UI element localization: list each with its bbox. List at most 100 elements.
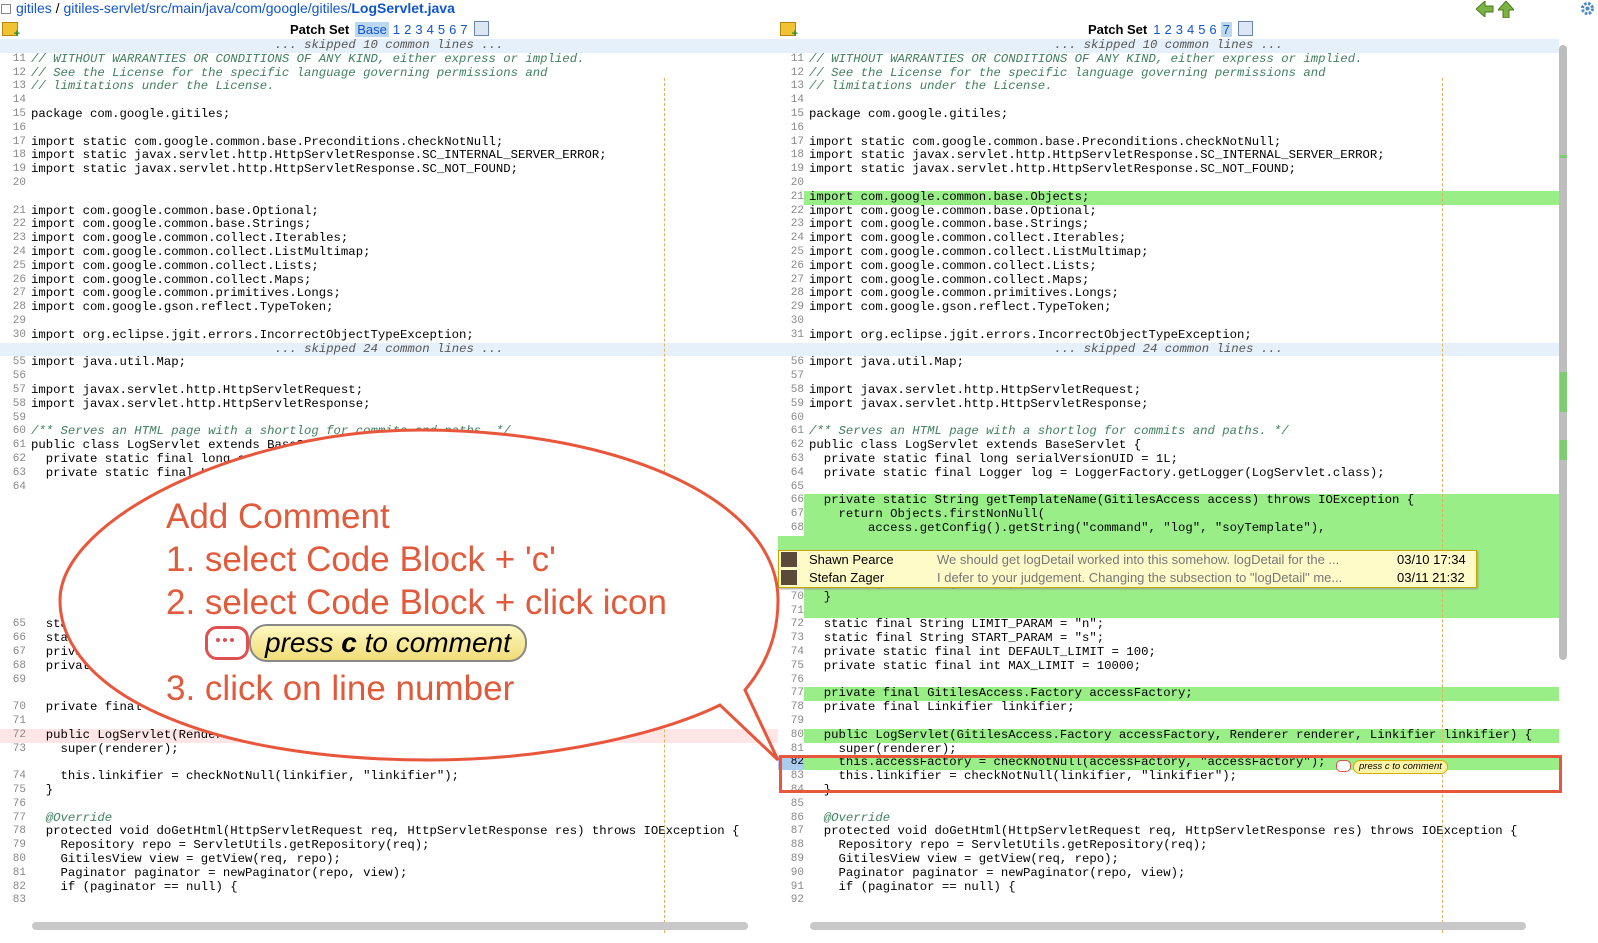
patch-set-link[interactable]: 1 <box>1153 22 1160 37</box>
horizontal-scrollbar[interactable] <box>810 922 1526 930</box>
line-number[interactable]: 11 <box>778 53 804 67</box>
line-number[interactable]: 87 <box>778 825 804 839</box>
line-number[interactable]: 64 <box>0 481 26 495</box>
comment-icon[interactable] <box>1336 760 1351 772</box>
line-number[interactable]: 58 <box>0 398 26 412</box>
line-number[interactable]: 79 <box>778 715 804 729</box>
line-number[interactable]: 77 <box>778 687 804 702</box>
skipped-lines-text[interactable]: ... skipped 10 common lines ... <box>778 38 1559 53</box>
line-number[interactable]: 15 <box>0 108 26 122</box>
skipped-lines-text[interactable]: ... skipped 24 common lines ... <box>0 342 778 357</box>
line-number[interactable]: 76 <box>0 798 26 812</box>
line-number[interactable]: 30 <box>778 315 804 329</box>
line-number[interactable]: 57 <box>778 370 804 384</box>
line-number[interactable]: 62 <box>778 439 804 453</box>
line-number[interactable]: 78 <box>0 825 26 839</box>
line-number[interactable]: 65 <box>0 618 26 632</box>
patch-set-link[interactable]: 6 <box>1209 22 1216 37</box>
patch-set-link[interactable]: 4 <box>427 22 434 37</box>
line-number[interactable]: 72 <box>778 618 804 632</box>
line-number[interactable]: 67 <box>0 646 26 660</box>
patch-set-link[interactable]: 3 <box>415 22 422 37</box>
line-number[interactable]: 57 <box>0 384 26 398</box>
line-number[interactable]: 64 <box>778 467 804 481</box>
line-number[interactable]: 65 <box>778 481 804 495</box>
line-number[interactable]: 79 <box>0 839 26 853</box>
line-number[interactable]: 80 <box>778 728 804 743</box>
add-file-icon[interactable] <box>2 22 20 40</box>
press-c-hint[interactable]: press c to comment <box>1353 760 1448 774</box>
line-number[interactable]: 18 <box>778 149 804 163</box>
line-number[interactable]: 71 <box>0 715 26 729</box>
line-number[interactable]: 58 <box>778 384 804 398</box>
line-number[interactable]: 70 <box>0 701 26 715</box>
line-number[interactable]: 55 <box>0 356 26 370</box>
line-number[interactable]: 62 <box>0 453 26 467</box>
line-number[interactable]: 72 <box>0 729 26 743</box>
line-number[interactable]: 14 <box>778 94 804 108</box>
line-number[interactable]: 61 <box>0 439 26 453</box>
line-number[interactable]: 66 <box>778 494 804 509</box>
back-arrow-icon[interactable] <box>1476 1 1494 17</box>
line-number[interactable]: 17 <box>0 136 26 150</box>
line-number[interactable]: 88 <box>778 839 804 853</box>
horizontal-scrollbar[interactable] <box>32 922 748 930</box>
line-number[interactable]: 89 <box>778 853 804 867</box>
line-number[interactable]: 60 <box>778 412 804 426</box>
comment-row[interactable]: Stefan Zager I defer to your judgement. C… <box>779 569 1476 587</box>
line-number[interactable]: 17 <box>778 136 804 150</box>
line-number[interactable]: 29 <box>778 301 804 315</box>
line-number[interactable]: 15 <box>778 108 804 122</box>
line-number[interactable]: 63 <box>0 467 26 481</box>
line-number[interactable]: 86 <box>778 812 804 826</box>
line-number[interactable]: 19 <box>0 163 26 177</box>
line-number[interactable]: 73 <box>778 632 804 646</box>
line-number[interactable]: 85 <box>778 798 804 812</box>
patch-set-link[interactable]: 5 <box>1198 22 1205 37</box>
line-number[interactable]: 66 <box>0 632 26 646</box>
line-number[interactable]: 22 <box>0 218 26 232</box>
line-number[interactable]: 26 <box>0 274 26 288</box>
gear-icon[interactable] <box>1580 1 1595 16</box>
line-number[interactable]: 28 <box>0 301 26 315</box>
comment-box[interactable]: Shawn Pearce We should get logDetail work… <box>778 550 1477 588</box>
line-number[interactable]: 20 <box>778 177 804 191</box>
line-number[interactable]: 78 <box>778 701 804 715</box>
line-number[interactable]: 73 <box>0 743 26 757</box>
line-number[interactable]: 68 <box>0 660 26 674</box>
line-number[interactable]: 63 <box>778 453 804 467</box>
line-number[interactable]: 23 <box>778 218 804 232</box>
breadcrumb-dir[interactable]: gitiles-servlet/src/main/java/com/google… <box>63 0 351 16</box>
patch-set-link[interactable]: 7 <box>1220 22 1232 37</box>
checkbox[interactable] <box>1 4 11 14</box>
line-number[interactable]: 13 <box>778 80 804 94</box>
line-number[interactable]: 21 <box>778 190 804 205</box>
download-icon[interactable] <box>1237 21 1253 36</box>
line-number[interactable]: 12 <box>778 67 804 81</box>
line-number[interactable]: 14 <box>0 94 26 108</box>
line-number[interactable]: 70 <box>778 590 804 605</box>
line-number[interactable]: 23 <box>0 232 26 246</box>
line-number[interactable]: 11 <box>0 53 26 67</box>
up-arrow-icon[interactable] <box>1498 1 1514 18</box>
line-number[interactable]: 75 <box>0 784 26 798</box>
breadcrumb-project[interactable]: gitiles <box>16 0 52 16</box>
patch-set-link[interactable]: 2 <box>1164 22 1171 37</box>
line-number[interactable]: 83 <box>0 894 26 908</box>
line-number[interactable]: 12 <box>0 67 26 81</box>
line-number[interactable]: 71 <box>778 604 804 619</box>
line-number[interactable]: 75 <box>778 660 804 674</box>
skipped-lines-text[interactable]: ... skipped 10 common lines ... <box>0 38 778 53</box>
patch-set-link[interactable]: 1 <box>393 22 400 37</box>
line-number[interactable]: 21 <box>0 205 26 219</box>
line-number[interactable]: 74 <box>778 646 804 660</box>
patch-set-link[interactable]: Base <box>355 22 389 37</box>
vertical-scrollbar[interactable] <box>1559 45 1567 660</box>
patch-set-link[interactable]: 5 <box>438 22 445 37</box>
patch-set-link[interactable]: 7 <box>460 22 467 37</box>
line-number[interactable]: 16 <box>778 122 804 136</box>
patch-set-link[interactable]: 6 <box>449 22 456 37</box>
line-number[interactable]: 56 <box>778 356 804 370</box>
line-number[interactable]: 31 <box>778 329 804 343</box>
line-number[interactable]: 25 <box>0 260 26 274</box>
